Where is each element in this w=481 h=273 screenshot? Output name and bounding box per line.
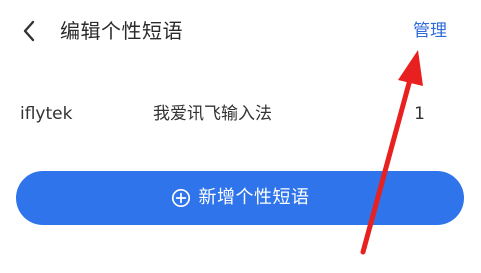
phrase-text: 我爱讯飞输入法 [153, 104, 272, 124]
phrase-row[interactable]: iflytek 我爱讯飞输入法 1 [0, 92, 481, 136]
manage-button[interactable]: 管理 [413, 20, 447, 42]
plus-circle-icon [171, 188, 190, 208]
chevron-left-icon [23, 20, 35, 42]
phrase-user-label: iflytek [20, 104, 73, 124]
add-phrase-label: 新增个性短语 [198, 187, 310, 208]
add-phrase-button[interactable]: 新增个性短语 [16, 171, 464, 225]
page-title: 编辑个性短语 [60, 19, 183, 43]
back-button[interactable] [14, 16, 44, 46]
phrase-index: 1 [414, 104, 425, 124]
header-bar: 编辑个性短语 管理 [0, 0, 481, 64]
